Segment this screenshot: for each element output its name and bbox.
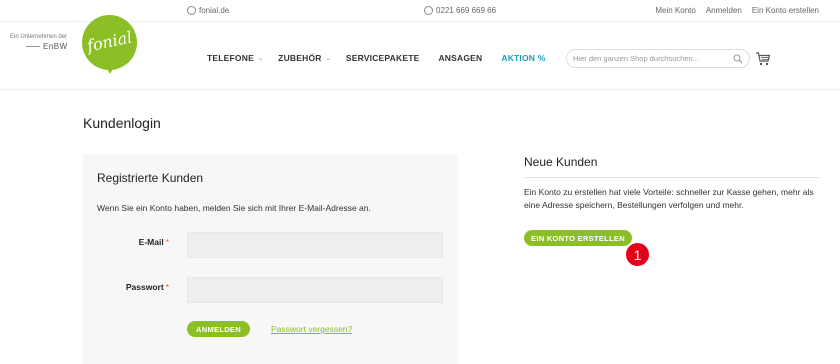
phone-info[interactable]: 0221 669 669 66 xyxy=(424,6,496,15)
chevron-down-icon: ⌄ xyxy=(257,55,264,62)
required-mark: * xyxy=(165,237,169,247)
email-label-text: E-Mail xyxy=(138,237,164,247)
nav-item-servicepakete[interactable]: SERVICEPAKETE xyxy=(346,53,420,63)
website-text: fonial.de xyxy=(199,6,230,15)
registered-intro: Wenn Sie ein Konto haben, melden Sie sic… xyxy=(97,203,371,213)
nav-label: AKTION % xyxy=(501,53,546,63)
globe-icon xyxy=(187,6,196,15)
enbw-tagline: Ein Unternehmen der xyxy=(10,34,68,40)
enbw-brand: Ein Unternehmen der EnBW xyxy=(10,33,68,51)
registered-heading: Registrierte Kunden xyxy=(97,171,204,185)
account-links: Mein Konto Anmelden Ein Konto erstellen xyxy=(655,6,819,15)
main-nav: TELEFONE ⌄ ZUBEHÖR ⌄ SERVICEPAKETE ANSAGEN… xyxy=(207,53,545,63)
password-field[interactable] xyxy=(187,277,443,303)
create-account-link[interactable]: Ein Konto erstellen xyxy=(752,6,819,15)
nav-label: ZUBEHÖR xyxy=(278,53,322,63)
sign-in-link[interactable]: Anmelden xyxy=(706,6,742,15)
nav-item-telefone[interactable]: TELEFONE ⌄ xyxy=(207,53,263,63)
page-title: Kundenlogin xyxy=(83,115,161,131)
email-field[interactable] xyxy=(187,232,443,258)
site-header: Ein Unternehmen der EnBW fonial TELEFONE… xyxy=(0,15,840,90)
nav-label: TELEFONE xyxy=(207,53,254,63)
nav-item-ansagen[interactable]: ANSAGEN xyxy=(438,53,482,63)
phone-icon xyxy=(424,6,433,15)
step-marker-badge: 1 xyxy=(624,241,651,268)
nav-label: SERVICEPAKETE xyxy=(345,53,420,63)
logo-text: fonial xyxy=(85,27,134,56)
login-button[interactable]: ANMELDEN xyxy=(187,321,250,337)
phone-text: 0221 669 669 66 xyxy=(436,6,497,15)
forgot-password-link[interactable]: Passwort vergessen? xyxy=(271,324,352,334)
password-label-text: Passwort xyxy=(125,282,164,292)
search-input[interactable] xyxy=(573,54,733,63)
nav-item-zubehoer[interactable]: ZUBEHÖR ⌄ xyxy=(278,53,331,63)
password-label: Passwort * xyxy=(89,282,169,292)
new-customers-heading: Neue Kunden xyxy=(524,155,598,169)
chevron-down-icon: ⌄ xyxy=(325,55,331,62)
top-bar: fonial.de 0221 669 669 66 Mein Konto Anm… xyxy=(0,0,840,22)
cart-icon[interactable] xyxy=(755,52,771,66)
required-mark: * xyxy=(165,282,169,292)
create-account-button[interactable]: EIN KONTO ERSTELLEN xyxy=(524,230,632,246)
new-customers-text: Ein Konto zu erstellen hat viele Vorteil… xyxy=(524,187,814,210)
fonial-logo[interactable]: fonial xyxy=(82,15,137,74)
search-box xyxy=(566,49,750,68)
my-account-link[interactable]: Mein Konto xyxy=(655,6,695,15)
enbw-name: EnBW xyxy=(43,42,68,51)
search-icon[interactable] xyxy=(733,54,743,64)
enbw-rule xyxy=(26,46,40,47)
website-info[interactable]: fonial.de xyxy=(187,6,229,15)
section-divider xyxy=(524,177,820,178)
email-label: E-Mail * xyxy=(89,237,169,247)
nav-item-aktion[interactable]: AKTION % xyxy=(501,53,545,63)
nav-label: ANSAGEN xyxy=(438,53,483,63)
